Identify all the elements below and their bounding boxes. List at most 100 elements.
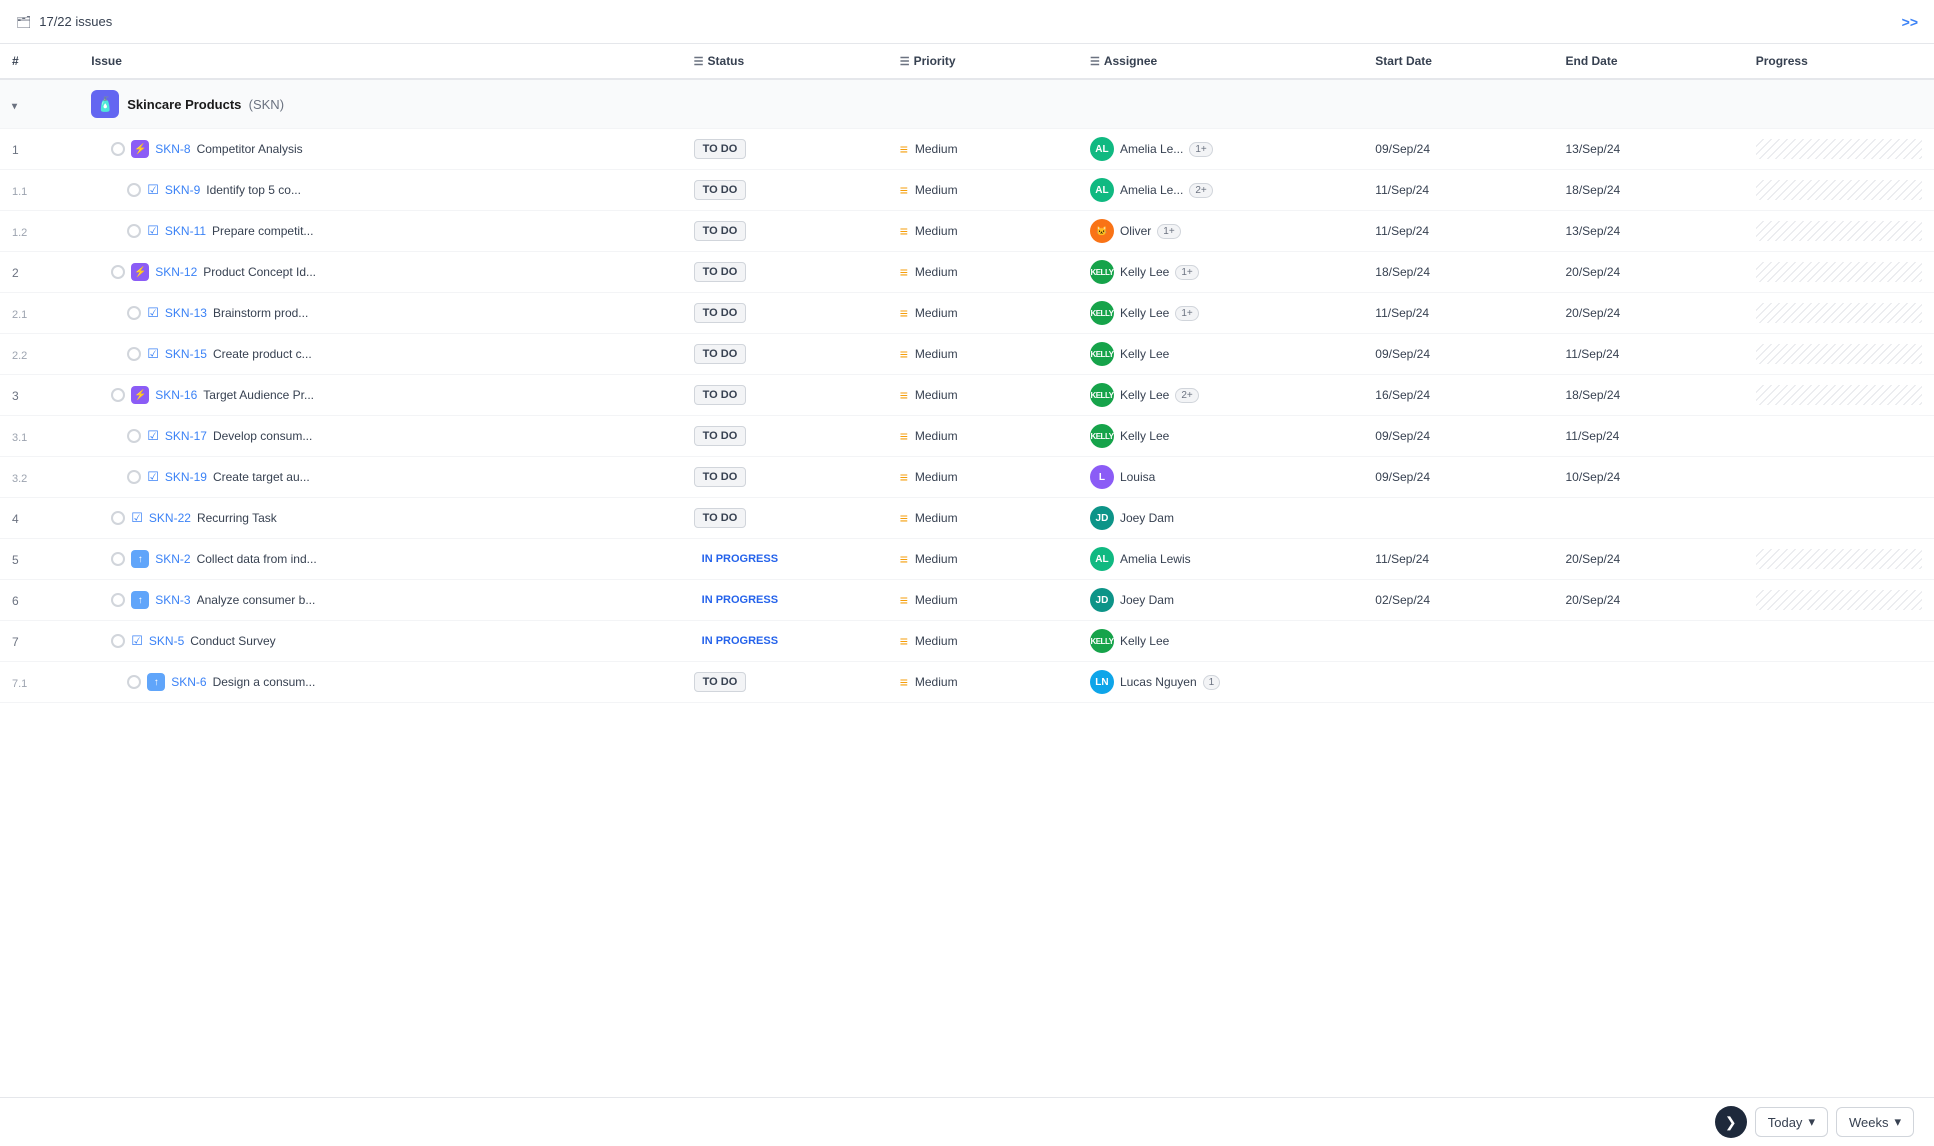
next-button[interactable]: ❯: [1715, 1106, 1747, 1138]
status-cell[interactable]: TO DO: [682, 170, 888, 211]
issue-link[interactable]: SKN-5: [149, 634, 184, 648]
col-priority[interactable]: ☰Priority: [888, 44, 1078, 79]
status-badge: TO DO: [694, 180, 747, 200]
status-cell[interactable]: TO DO: [682, 211, 888, 252]
priority-cell[interactable]: ≡ Medium: [888, 621, 1078, 662]
status-cell[interactable]: TO DO: [682, 457, 888, 498]
row-number: 2.2: [0, 334, 79, 375]
issue-cell: ↑ SKN-6 Design a consum...: [79, 662, 681, 703]
issue-link[interactable]: SKN-22: [149, 511, 191, 525]
priority-cell[interactable]: ≡ Medium: [888, 580, 1078, 621]
circle-status-icon: [127, 306, 141, 320]
status-cell[interactable]: TO DO: [682, 252, 888, 293]
end-date-cell: 20/Sep/24: [1554, 539, 1744, 580]
group-name: Skincare Products (SKN): [127, 97, 284, 112]
issue-cell: ⚡ SKN-8 Competitor Analysis: [79, 129, 681, 170]
status-cell[interactable]: TO DO: [682, 416, 888, 457]
priority-label: Medium: [915, 224, 958, 238]
weeks-button[interactable]: Weeks ▾: [1836, 1107, 1914, 1137]
status-cell[interactable]: TO DO: [682, 334, 888, 375]
row-number: 4: [0, 498, 79, 539]
table-row: 6 ↑ SKN-3 Analyze consumer b... IN PROGR…: [0, 580, 1934, 621]
circle-status-icon: [127, 470, 141, 484]
issue-link[interactable]: SKN-16: [155, 388, 197, 402]
expand-icon[interactable]: >>: [1902, 14, 1918, 30]
start-date-cell: 09/Sep/24: [1363, 457, 1553, 498]
priority-cell[interactable]: ≡ Medium: [888, 211, 1078, 252]
status-badge: TO DO: [694, 344, 747, 364]
status-cell[interactable]: TO DO: [682, 375, 888, 416]
row-number: 3: [0, 375, 79, 416]
issue-link[interactable]: SKN-3: [155, 593, 190, 607]
priority-cell[interactable]: ≡ Medium: [888, 662, 1078, 703]
issue-title: Product Concept Id...: [203, 265, 316, 279]
progress-cell: [1744, 252, 1934, 293]
status-cell[interactable]: TO DO: [682, 293, 888, 334]
extra-badge: 1+: [1157, 224, 1180, 239]
status-cell[interactable]: IN PROGRESS: [682, 580, 888, 621]
priority-cell[interactable]: ≡ Medium: [888, 416, 1078, 457]
start-date-cell: 02/Sep/24: [1363, 580, 1553, 621]
issue-title: Design a consum...: [213, 675, 316, 689]
priority-cell[interactable]: ≡ Medium: [888, 129, 1078, 170]
priority-label: Medium: [915, 388, 958, 402]
row-number: 5: [0, 539, 79, 580]
issue-cell: ☑ SKN-11 Prepare competit...: [79, 211, 681, 252]
status-cell[interactable]: IN PROGRESS: [682, 621, 888, 662]
issue-link[interactable]: SKN-19: [165, 470, 207, 484]
upload-icon: ↑: [131, 591, 149, 609]
today-chevron-icon: ▾: [1808, 1114, 1815, 1130]
priority-label: Medium: [915, 347, 958, 361]
priority-cell[interactable]: ≡ Medium: [888, 170, 1078, 211]
issue-link[interactable]: SKN-2: [155, 552, 190, 566]
priority-cell[interactable]: ≡ Medium: [888, 252, 1078, 293]
priority-cell[interactable]: ≡ Medium: [888, 457, 1078, 498]
issue-title: Develop consum...: [213, 429, 312, 443]
end-date-cell: 18/Sep/24: [1554, 375, 1744, 416]
bottom-bar: ❯ Today ▾ Weeks ▾: [0, 1097, 1934, 1146]
assignee-cell: JD Joey Dam: [1078, 498, 1363, 539]
issue-title: Competitor Analysis: [197, 142, 303, 156]
table-row: 2 ⚡ SKN-12 Product Concept Id... TO DO ≡…: [0, 252, 1934, 293]
issue-link[interactable]: SKN-8: [155, 142, 190, 156]
col-num: #: [0, 44, 79, 79]
priority-cell[interactable]: ≡ Medium: [888, 334, 1078, 375]
check-icon: ☑: [147, 305, 159, 321]
col-assignee[interactable]: ☰Assignee: [1078, 44, 1363, 79]
progress-cell: [1744, 621, 1934, 662]
priority-label: Medium: [915, 634, 958, 648]
status-badge: TO DO: [694, 221, 747, 241]
status-cell[interactable]: IN PROGRESS: [682, 539, 888, 580]
priority-cell[interactable]: ≡ Medium: [888, 539, 1078, 580]
priority-cell[interactable]: ≡ Medium: [888, 293, 1078, 334]
issue-link[interactable]: SKN-13: [165, 306, 207, 320]
issue-link[interactable]: SKN-17: [165, 429, 207, 443]
priority-cell[interactable]: ≡ Medium: [888, 375, 1078, 416]
issue-link[interactable]: SKN-15: [165, 347, 207, 361]
priority-cell[interactable]: ≡ Medium: [888, 498, 1078, 539]
group-chevron[interactable]: ▾: [0, 79, 79, 129]
start-date-cell: 09/Sep/24: [1363, 129, 1553, 170]
priority-label: Medium: [915, 593, 958, 607]
circle-status-icon: [127, 675, 141, 689]
status-cell[interactable]: TO DO: [682, 129, 888, 170]
progress-cell: [1744, 211, 1934, 252]
issue-link[interactable]: SKN-9: [165, 183, 200, 197]
status-cell[interactable]: TO DO: [682, 662, 888, 703]
table-row: 7 ☑ SKN-5 Conduct Survey IN PROGRESS ≡ M…: [0, 621, 1934, 662]
status-cell[interactable]: TO DO: [682, 498, 888, 539]
priority-label: Medium: [915, 511, 958, 525]
avatar: KELLY: [1090, 383, 1114, 407]
status-badge: IN PROGRESS: [694, 550, 786, 568]
priority-label: Medium: [915, 306, 958, 320]
end-date-cell: 18/Sep/24: [1554, 170, 1744, 211]
col-status[interactable]: ☰Status: [682, 44, 888, 79]
end-date-cell: 13/Sep/24: [1554, 129, 1744, 170]
check-icon: ☑: [131, 633, 143, 649]
issue-link[interactable]: SKN-6: [171, 675, 206, 689]
issue-link[interactable]: SKN-11: [165, 224, 206, 238]
avatar: JD: [1090, 506, 1114, 530]
end-date-cell: 11/Sep/24: [1554, 334, 1744, 375]
today-button[interactable]: Today ▾: [1755, 1107, 1828, 1137]
issue-link[interactable]: SKN-12: [155, 265, 197, 279]
